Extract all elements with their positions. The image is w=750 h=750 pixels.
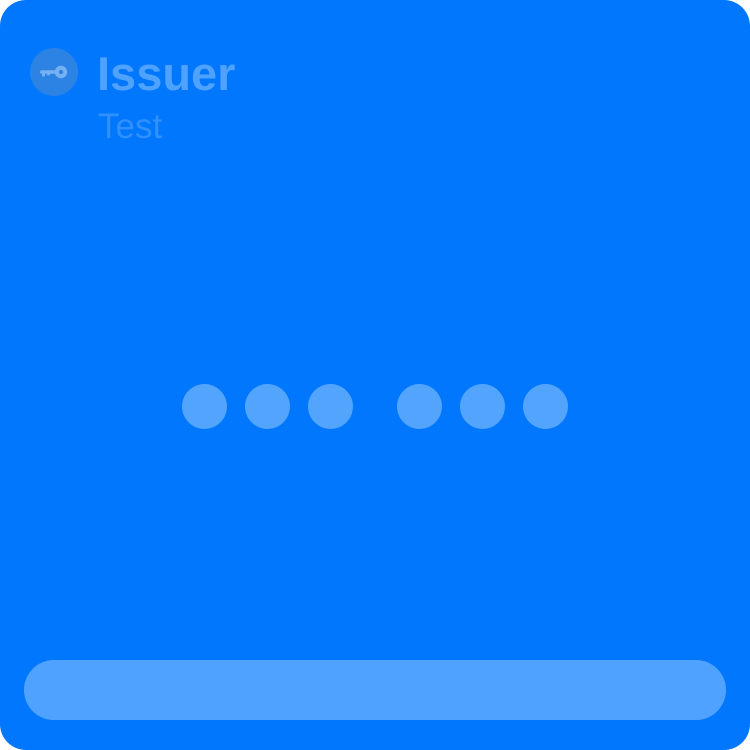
code-digit-dot	[308, 383, 353, 429]
code-expiry-progress-fill	[24, 660, 726, 720]
code-digit-dot	[397, 383, 442, 429]
otp-code-hidden[interactable]	[182, 383, 568, 429]
code-digit-dot	[182, 383, 227, 429]
code-digit-dot	[460, 383, 505, 429]
code-digit-dot	[245, 383, 290, 429]
account-name: Test	[98, 107, 163, 146]
code-digit-dot	[523, 383, 568, 429]
otp-widget[interactable]: Issuer Test	[0, 0, 750, 750]
key-icon	[30, 48, 78, 96]
code-expiry-progress-bar	[24, 660, 726, 720]
issuer-name: Issuer	[97, 47, 236, 100]
